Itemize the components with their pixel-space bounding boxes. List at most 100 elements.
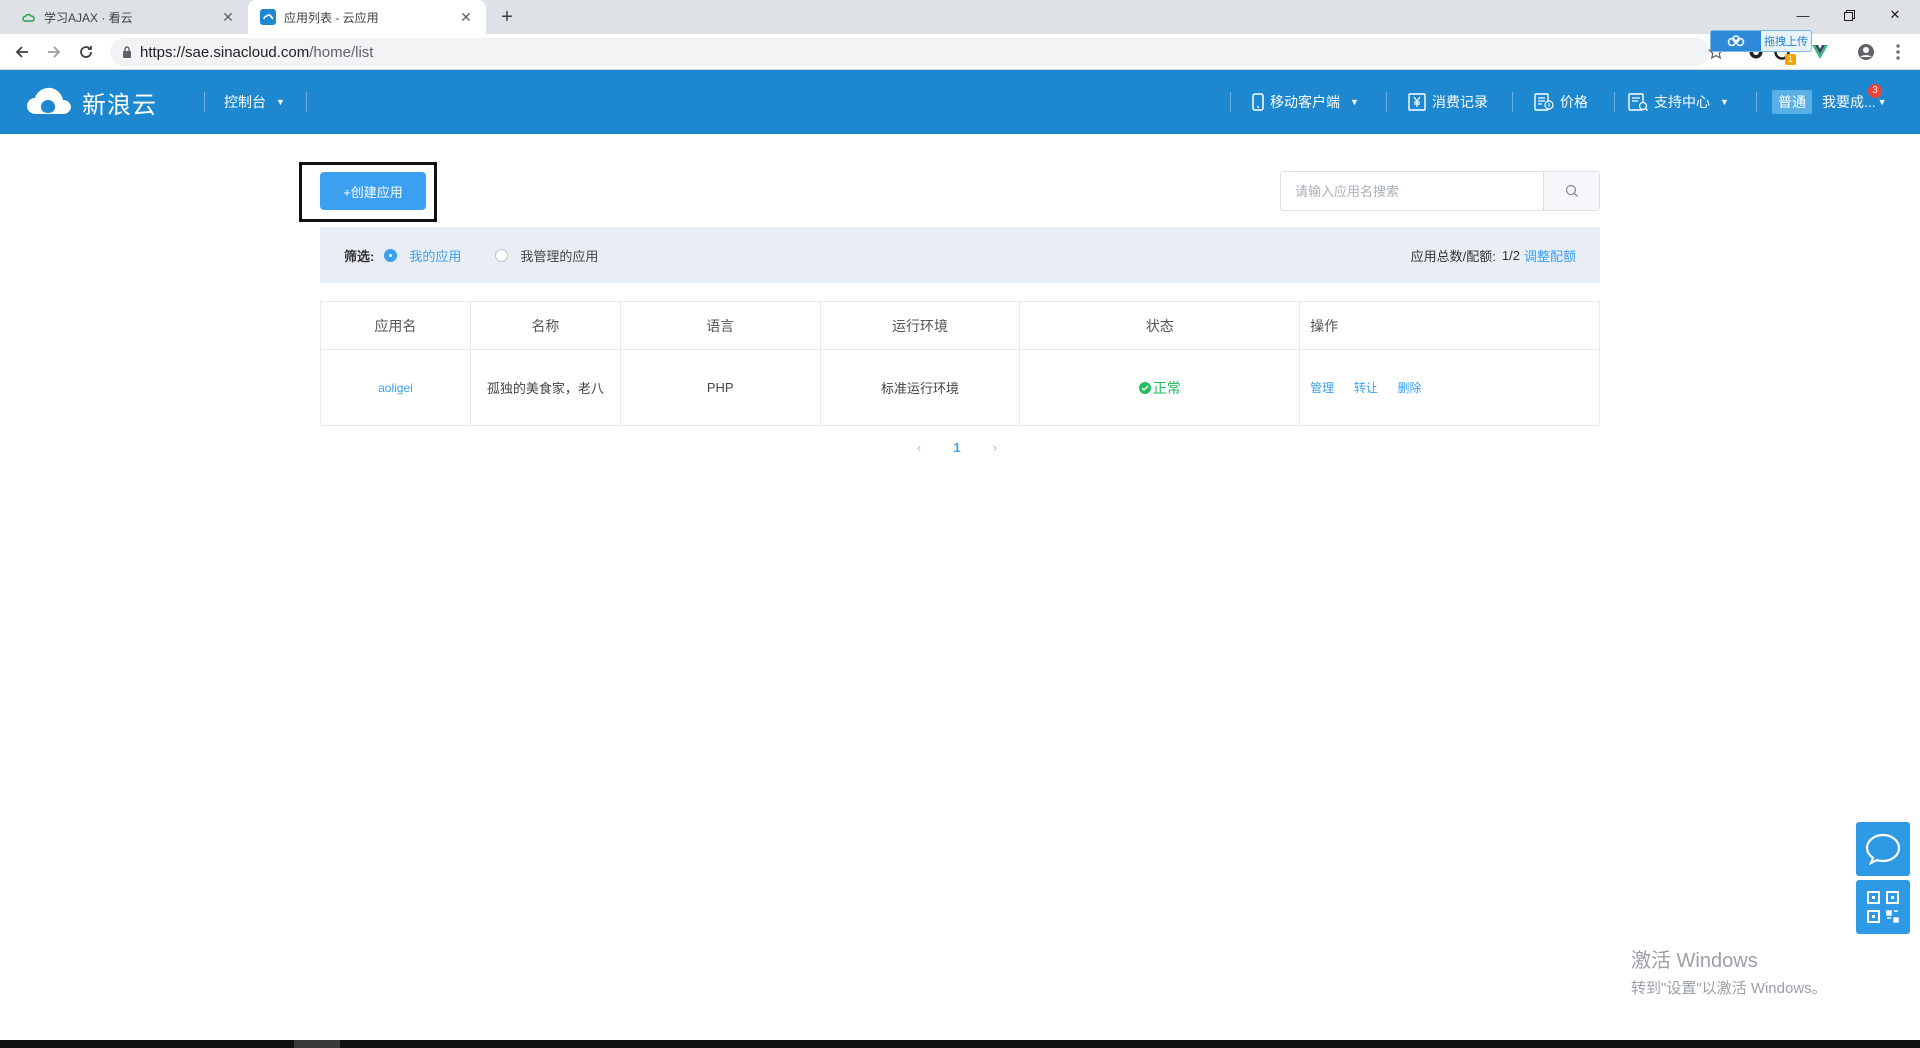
- column-header: 语言: [619, 301, 821, 350]
- divider: [204, 92, 205, 112]
- quota-value: 1/2: [1501, 247, 1520, 263]
- window-close-button[interactable]: ✕: [1872, 0, 1918, 30]
- user-label: 我要成...: [1822, 94, 1876, 110]
- console-menu[interactable]: 控制台 ▼: [224, 70, 285, 134]
- minimize-button[interactable]: —: [1780, 0, 1826, 30]
- close-icon[interactable]: ✕: [220, 9, 236, 25]
- display-name-cell: 孤独的美食家，老八: [469, 349, 621, 426]
- radio-unchecked-icon: [495, 248, 509, 262]
- windows-activation-watermark: 激活 Windows 转到"设置"以激活 Windows。: [1631, 944, 1827, 998]
- quota-info: 应用总数/配额: 1/2 调整配额: [1411, 246, 1576, 265]
- price-link[interactable]: 价格: [1534, 70, 1588, 134]
- site-header: 新浪云 控制台 ▼ 移动客户端 ▼ 消费记录 价格 支持中心 ▼ 普通 我要成.…: [0, 70, 1920, 134]
- chat-bubble-icon: [1865, 833, 1901, 866]
- radio-label: 我管理的应用: [520, 248, 599, 264]
- reload-icon: [80, 46, 92, 58]
- qr-code-icon: [1867, 891, 1899, 923]
- caret-down-icon: ▼: [1350, 97, 1359, 107]
- logo-text: 新浪云: [82, 91, 157, 119]
- app-name-link[interactable]: aoligei: [378, 381, 413, 395]
- reload-button[interactable]: [74, 40, 98, 64]
- table-header-row: 应用名 名称 语言 运行环境 状态 操作: [320, 301, 1600, 350]
- lock-icon: [122, 46, 132, 58]
- divider: [306, 92, 307, 112]
- filter-my-apps-radio[interactable]: 我的应用: [384, 246, 461, 265]
- address-bar: https://sae.sinacloud.com/home/list 1: [0, 34, 1920, 70]
- extension-badge: 1: [1785, 54, 1796, 65]
- pagination: ‹ 1 ›: [900, 440, 1014, 455]
- caret-down-icon: ▼: [1720, 97, 1729, 107]
- operations-cell: 管理 转让 删除: [1299, 349, 1600, 426]
- column-header: 状态: [1019, 301, 1301, 350]
- yen-receipt-icon: [1408, 93, 1426, 111]
- search-button[interactable]: [1543, 172, 1599, 210]
- back-button[interactable]: [10, 40, 34, 64]
- column-header: 运行环境: [819, 301, 1021, 350]
- mobile-phone-icon: [1252, 93, 1264, 111]
- tab-title: 应用列表 - 云应用: [284, 10, 379, 25]
- column-header: 名称: [469, 301, 621, 350]
- divider: [1512, 92, 1513, 112]
- support-center-menu[interactable]: 支持中心 ▼: [1628, 70, 1729, 134]
- customer-service-button[interactable]: [1856, 822, 1910, 876]
- forward-button[interactable]: [42, 40, 66, 64]
- arrow-right-icon: [48, 46, 61, 58]
- filter-managed-apps-radio[interactable]: 我管理的应用: [495, 246, 598, 265]
- new-tab-button[interactable]: +: [496, 7, 518, 29]
- caret-down-icon: ▼: [1877, 97, 1887, 107]
- user-menu[interactable]: 普通 我要成... ▼ 3: [1772, 70, 1892, 134]
- browser-tab-active[interactable]: 应用列表 - 云应用 ✕: [248, 0, 486, 34]
- support-label: 支持中心: [1654, 94, 1710, 110]
- restore-icon: [1843, 9, 1855, 21]
- taskbar-item[interactable]: [294, 1040, 340, 1048]
- search-input[interactable]: [1281, 172, 1543, 210]
- close-icon[interactable]: ✕: [458, 9, 474, 25]
- divider: [1756, 92, 1757, 112]
- apps-table: 应用名 名称 语言 运行环境 状态 操作 aoligei 孤独的美食家，老八 P…: [320, 301, 1600, 426]
- adjust-quota-link[interactable]: 调整配额: [1524, 246, 1576, 265]
- price-list-icon: [1534, 93, 1554, 111]
- drag-upload-button[interactable]: 拖拽上传: [1710, 30, 1812, 52]
- page-number-button[interactable]: 1: [938, 440, 976, 455]
- baidu-cloud-icon: [1711, 31, 1761, 51]
- consumption-record-link[interactable]: 消费记录: [1408, 70, 1488, 134]
- upload-label: 拖拽上传: [1764, 36, 1808, 48]
- vue-devtools-icon[interactable]: [1810, 42, 1830, 62]
- next-page-button[interactable]: ›: [976, 440, 1014, 455]
- tab-title: 学习AJAX · 看云: [44, 10, 133, 25]
- logo[interactable]: 新浪云: [26, 84, 157, 120]
- mobile-label: 移动客户端: [1270, 94, 1340, 110]
- sinacloud-logo-icon: [27, 87, 71, 114]
- watermark-subtitle: 转到"设置"以激活 Windows。: [1631, 980, 1827, 997]
- browser-tab[interactable]: 学习AJAX · 看云 ✕: [8, 0, 248, 34]
- menu-dots-icon[interactable]: [1888, 42, 1908, 62]
- watermark-title: 激活 Windows: [1631, 950, 1758, 972]
- delete-link[interactable]: 删除: [1397, 381, 1421, 395]
- url-field[interactable]: https://sae.sinacloud.com/home/list: [110, 38, 1710, 66]
- url-path: /home/list: [309, 43, 374, 61]
- prev-page-button[interactable]: ‹: [900, 440, 938, 455]
- divider: [1386, 92, 1387, 112]
- column-header: 应用名: [320, 301, 471, 350]
- consumption-label: 消费记录: [1432, 94, 1488, 110]
- divider: [1230, 92, 1231, 112]
- app-name-cell: aoligei: [320, 349, 471, 426]
- caret-down-icon: ▼: [276, 97, 285, 107]
- support-doc-icon: [1628, 93, 1648, 111]
- filter-bar: 筛选: 我的应用 我管理的应用 应用总数/配额: 1/2 调整配额: [320, 227, 1600, 283]
- filter-label: 筛选:: [344, 248, 375, 264]
- transfer-link[interactable]: 转让: [1354, 381, 1378, 395]
- manage-link[interactable]: 管理: [1310, 381, 1334, 395]
- qr-code-button[interactable]: [1856, 880, 1910, 934]
- column-header: 操作: [1299, 301, 1600, 350]
- quota-label: 应用总数/配额:: [1410, 248, 1496, 264]
- restore-button[interactable]: [1826, 0, 1872, 30]
- table-row: aoligei 孤独的美食家，老八 PHP 标准运行环境 正常 管理 转让 删除: [320, 349, 1600, 426]
- create-app-button[interactable]: +创建应用: [320, 172, 426, 210]
- radio-checked-icon: [384, 248, 398, 262]
- url-host: https://sae.sinacloud.com: [140, 43, 310, 61]
- check-circle-icon: [1138, 381, 1151, 394]
- radio-label: 我的应用: [409, 248, 462, 264]
- profile-icon[interactable]: [1856, 42, 1876, 62]
- mobile-client-menu[interactable]: 移动客户端 ▼: [1252, 70, 1359, 134]
